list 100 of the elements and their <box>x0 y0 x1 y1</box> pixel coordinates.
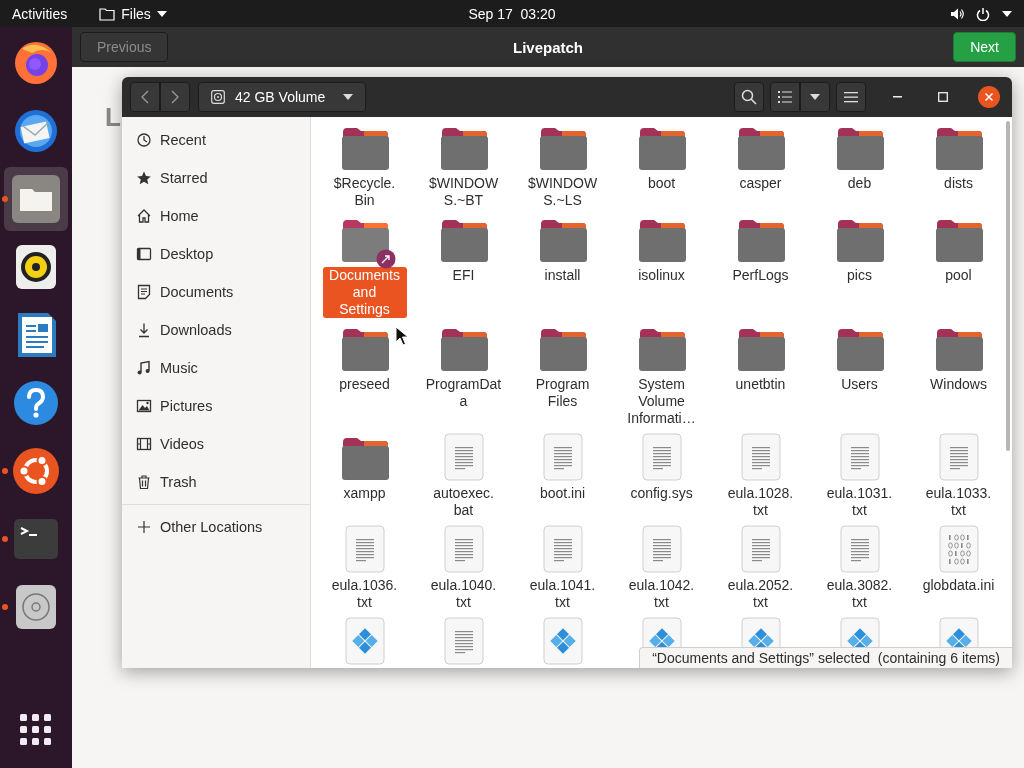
folder-icon[interactable] <box>537 328 588 372</box>
file-name[interactable]: $Recycle.Bin <box>322 175 407 209</box>
text-file-icon[interactable] <box>740 525 781 573</box>
file-name[interactable]: boot.ini <box>520 485 605 502</box>
file-name[interactable]: EFI <box>421 267 506 284</box>
file-name[interactable]: Users <box>817 376 902 393</box>
folder-icon[interactable] <box>834 328 885 372</box>
sidebar-item[interactable]: Home <box>122 197 310 235</box>
sidebar-item[interactable]: Documents <box>122 273 310 311</box>
folder-icon[interactable] <box>636 219 687 263</box>
text-file-icon[interactable] <box>839 433 880 481</box>
sidebar-item[interactable]: Pictures <box>122 387 310 425</box>
binary-file-icon[interactable] <box>938 525 979 573</box>
file-name[interactable]: config.sys <box>619 485 704 502</box>
sidebar-item[interactable]: Downloads <box>122 311 310 349</box>
folder-icon[interactable] <box>339 219 390 263</box>
clock[interactable]: Sep 17 03:20 <box>468 5 556 22</box>
scrollbar[interactable] <box>1006 121 1010 451</box>
file-name[interactable]: install <box>520 267 605 284</box>
folder-icon[interactable] <box>735 127 786 171</box>
file-name[interactable]: $WINDOWS.~BT <box>421 175 506 209</box>
caret-icon <box>810 94 820 100</box>
text-file-icon[interactable] <box>542 525 583 573</box>
list-view-button[interactable] <box>770 82 800 112</box>
file-name[interactable]: ProgramData <box>421 376 506 410</box>
folder-icon[interactable] <box>636 127 687 171</box>
file-name[interactable]: eula.1042.txt <box>619 577 704 611</box>
file-name[interactable]: $WINDOWS.~LS <box>520 175 605 209</box>
view-options-button[interactable] <box>800 82 830 112</box>
file-name[interactable]: autoexec.bat <box>421 485 506 519</box>
file-name[interactable]: boot <box>619 175 704 192</box>
file-name[interactable]: eula.1041.txt <box>520 577 605 611</box>
sidebar-item[interactable]: Videos <box>122 425 310 463</box>
forward-button[interactable] <box>160 82 190 112</box>
folder-icon[interactable] <box>933 127 984 171</box>
file-name[interactable]: Windows <box>916 376 1001 393</box>
text-file-icon[interactable] <box>542 433 583 481</box>
file-name[interactable]: Documents and Settings <box>322 267 407 318</box>
folder-icon[interactable] <box>636 328 687 372</box>
sidebar-item[interactable]: Desktop <box>122 235 310 273</box>
file-name[interactable]: pics <box>817 267 902 284</box>
folder-icon[interactable] <box>339 437 390 481</box>
folder-icon <box>99 6 116 21</box>
file-name[interactable]: preseed <box>322 376 407 393</box>
dock-item[interactable] <box>4 167 68 231</box>
file-name[interactable]: casper <box>718 175 803 192</box>
search-button[interactable] <box>734 82 764 112</box>
folder-icon[interactable] <box>537 127 588 171</box>
sidebar-item[interactable]: Other Locations <box>122 508 310 546</box>
file-name[interactable]: eula.1033.txt <box>916 485 1001 519</box>
file-name[interactable]: xampp <box>322 485 407 502</box>
file-name[interactable]: dists <box>916 175 1001 192</box>
app-menu[interactable]: Files <box>121 5 151 22</box>
menu-button[interactable] <box>836 82 866 112</box>
folder-icon[interactable] <box>834 219 885 263</box>
folder-icon[interactable] <box>933 219 984 263</box>
activities-button[interactable]: Activities <box>12 5 68 22</box>
folder-icon[interactable] <box>438 328 489 372</box>
folder-icon <box>12 175 60 223</box>
folder-icon[interactable] <box>933 328 984 372</box>
file-name[interactable]: isolinux <box>619 267 704 284</box>
text-file-icon[interactable] <box>641 525 682 573</box>
text-file-icon[interactable] <box>443 617 484 665</box>
folder-icon[interactable] <box>735 328 786 372</box>
sidebar-item[interactable]: Recent <box>122 121 310 159</box>
cursor-icon <box>394 326 409 346</box>
file-name[interactable]: PerfLogs <box>718 267 803 284</box>
text-file-icon[interactable] <box>344 525 385 573</box>
file-name[interactable]: eula.2052.txt <box>718 577 803 611</box>
text-file-icon[interactable] <box>641 433 682 481</box>
text-file-icon[interactable] <box>443 525 484 573</box>
folder-icon[interactable] <box>438 127 489 171</box>
file-name[interactable]: eula.3082.txt <box>817 577 902 611</box>
text-file-icon[interactable] <box>443 433 484 481</box>
document-icon <box>136 284 152 300</box>
location-button[interactable]: 42 GB Volume <box>198 82 366 112</box>
sidebar-item[interactable]: Music <box>122 349 310 387</box>
text-file-icon[interactable] <box>740 433 781 481</box>
file-name[interactable]: eula.1031.txt <box>817 485 902 519</box>
file-name[interactable]: deb <box>817 175 902 192</box>
sidebar-item[interactable]: Trash <box>122 463 310 501</box>
file-name[interactable]: Program Files <box>520 376 605 410</box>
file-name[interactable]: unetbtin <box>718 376 803 393</box>
file-name[interactable]: globdata.ini <box>916 577 1001 594</box>
folder-icon[interactable] <box>735 219 786 263</box>
sidebar-item[interactable]: Starred <box>122 159 310 197</box>
file-name[interactable]: eula.1028.txt <box>718 485 803 519</box>
folder-icon[interactable] <box>834 127 885 171</box>
back-button[interactable] <box>130 82 160 112</box>
text-file-icon[interactable] <box>938 433 979 481</box>
file-name[interactable]: eula.1040.txt <box>421 577 506 611</box>
text-file-icon[interactable] <box>839 525 880 573</box>
file-name[interactable]: pool <box>916 267 1001 284</box>
folder-icon[interactable] <box>438 219 489 263</box>
folder-icon[interactable] <box>339 328 390 372</box>
status-toast: “Documents and Settings” selected (containing 6 items) <box>639 647 1012 668</box>
file-name[interactable]: System Volume Informati… <box>619 376 704 427</box>
folder-icon[interactable] <box>339 127 390 171</box>
file-name[interactable]: eula.1036.txt <box>322 577 407 611</box>
folder-icon[interactable] <box>537 219 588 263</box>
